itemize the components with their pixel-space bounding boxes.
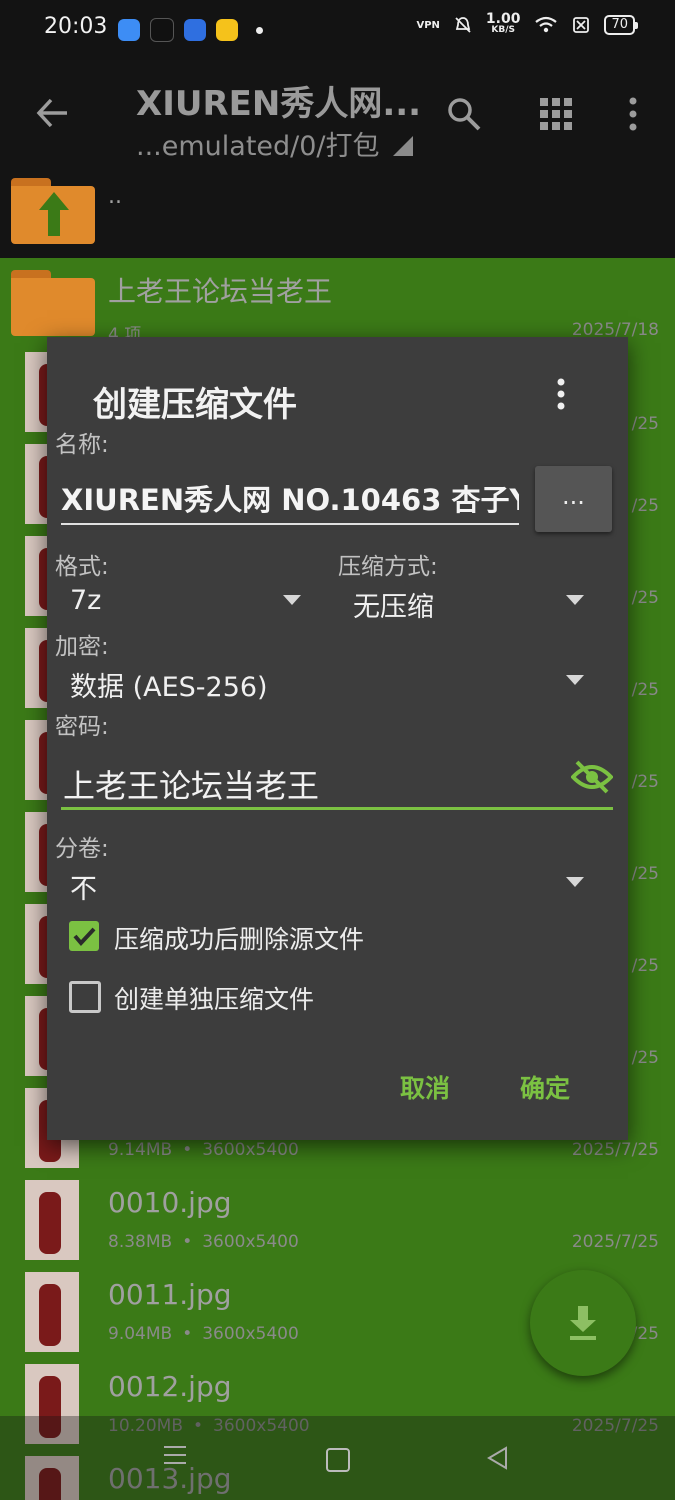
name-label: 名称: [55, 432, 109, 458]
more-options-icon[interactable] [626, 96, 640, 132]
folder-path[interactable]: ...emulated/0/打包 [136, 124, 380, 163]
file-meta: 9.04MB • 3600x5400 [108, 1324, 299, 1344]
download-icon [570, 1306, 596, 1340]
checkmark-icon [73, 927, 96, 947]
status-time: 20:03 [44, 14, 108, 39]
more-notifications-dot [256, 26, 263, 34]
delete-source-label[interactable]: 压缩成功后删除源文件 [114, 920, 364, 956]
ok-button[interactable]: 确定 [520, 1069, 570, 1105]
split-label: 分卷: [55, 836, 109, 862]
status-indicators: VPN 1.00 KB/S 70 [416, 11, 638, 36]
password-label: 密码: [55, 714, 109, 740]
vpn-icon: VPN [416, 19, 440, 31]
format-dropdown-icon[interactable] [283, 595, 301, 605]
status-bar: 20:03 VPN 1.00 KB/S 70 [0, 0, 675, 60]
dialog-title: 创建压缩文件 [93, 385, 297, 425]
compression-select[interactable]: 无压缩 [353, 585, 434, 624]
separator: • [182, 1232, 193, 1252]
app-notification-icon [118, 19, 140, 41]
file-meta: 8.38MB • 3600x5400 [108, 1232, 299, 1252]
file-name: 0012.jpg [108, 1370, 232, 1403]
network-speed: 1.00 KB/S [485, 11, 521, 36]
file-size: 8.38MB [108, 1232, 173, 1252]
file-date: /25 [631, 956, 659, 976]
file-date: /25 [631, 1048, 659, 1068]
password-input[interactable]: 上老王论坛当老王 [61, 757, 613, 810]
network-speed-value: 1.00 [485, 11, 521, 27]
format-select[interactable]: 7z [70, 585, 101, 616]
folder-title: XIUREN秀人网... [136, 84, 422, 124]
file-resolution: 3600x5400 [202, 1324, 299, 1344]
delete-source-checkbox[interactable] [69, 921, 99, 951]
file-date: /25 [631, 588, 659, 608]
separate-archive-label[interactable]: 创建单独压缩文件 [114, 980, 314, 1016]
file-size: 9.14MB [108, 1140, 173, 1160]
recent-apps-icon[interactable] [162, 1444, 188, 1466]
path-dropdown-icon[interactable] [393, 136, 413, 156]
separate-archive-checkbox[interactable] [69, 981, 101, 1013]
file-name: 0011.jpg [108, 1278, 232, 1311]
system-nav-bar [0, 1416, 675, 1500]
compression-dropdown-icon[interactable] [566, 595, 584, 605]
tiktok-icon [150, 18, 174, 42]
split-select[interactable]: 不 [70, 867, 97, 906]
file-date: 2025/7/25 [571, 1232, 659, 1252]
image-thumbnail [25, 1180, 79, 1260]
file-resolution: 3600x5400 [202, 1140, 299, 1160]
extract-fab[interactable] [530, 1270, 636, 1376]
cancel-button[interactable]: 取消 [400, 1069, 450, 1105]
folder-up-icon [11, 178, 95, 244]
folder-icon [11, 270, 95, 336]
file-date: /25 [631, 414, 659, 434]
password-value: 上老王论坛当老王 [63, 767, 320, 805]
folder-row[interactable]: 上老王论坛当老王 4 项 2025/7/18 [0, 258, 675, 346]
battery-indicator: 70 [604, 15, 638, 35]
parent-directory-label: .. [108, 184, 122, 209]
file-date: /25 [631, 496, 659, 516]
compression-label: 压缩方式: [338, 554, 438, 580]
separator: • [182, 1324, 193, 1344]
separator: • [182, 1140, 193, 1160]
file-date: /25 [631, 864, 659, 884]
back-arrow-icon[interactable] [36, 96, 70, 130]
cloud-app-icon [184, 19, 206, 41]
file-date: /25 [631, 772, 659, 792]
file-row[interactable]: 0010.jpg 8.38MB • 3600x5400 2025/7/25 [0, 1174, 675, 1266]
split-dropdown-icon[interactable] [566, 877, 584, 887]
wifi-icon [535, 16, 558, 33]
archive-name-input[interactable]: XIUREN秀人网 NO.10463 杏子Y [61, 477, 519, 525]
image-thumbnail [25, 1272, 79, 1352]
file-size: 9.04MB [108, 1324, 173, 1344]
archive-name-value: XIUREN秀人网 NO.10463 杏子Y [61, 483, 519, 517]
shopping-app-icon [216, 19, 238, 41]
encryption-select[interactable]: 数据 (AES-256) [70, 665, 268, 704]
file-resolution: 3600x5400 [202, 1232, 299, 1252]
folder-name: 上老王论坛当老王 [108, 275, 333, 308]
mute-bell-icon [455, 17, 471, 33]
grid-view-icon[interactable] [540, 98, 572, 130]
encryption-label: 加密: [55, 634, 109, 660]
hide-password-icon[interactable] [571, 759, 613, 795]
parent-directory-row[interactable]: .. [0, 170, 675, 262]
create-archive-dialog: 创建压缩文件 名称: XIUREN秀人网 NO.10463 杏子Y ... 格式… [47, 337, 628, 1140]
home-icon[interactable] [326, 1448, 350, 1472]
encryption-dropdown-icon[interactable] [566, 675, 584, 685]
file-name: 0010.jpg [108, 1186, 232, 1219]
dialog-more-icon[interactable] [555, 377, 567, 411]
search-icon[interactable] [446, 96, 482, 132]
browse-button[interactable]: ... [535, 466, 612, 532]
file-date: 2025/7/25 [571, 1140, 659, 1160]
notification-icons [118, 18, 263, 42]
format-label: 格式: [55, 554, 109, 580]
nav-back-icon[interactable] [486, 1446, 510, 1470]
file-date: /25 [631, 680, 659, 700]
app-bar: XIUREN秀人网... ...emulated/0/打包 [0, 60, 675, 170]
file-meta: 9.14MB • 3600x5400 [108, 1140, 299, 1160]
sim-off-icon [573, 17, 590, 33]
